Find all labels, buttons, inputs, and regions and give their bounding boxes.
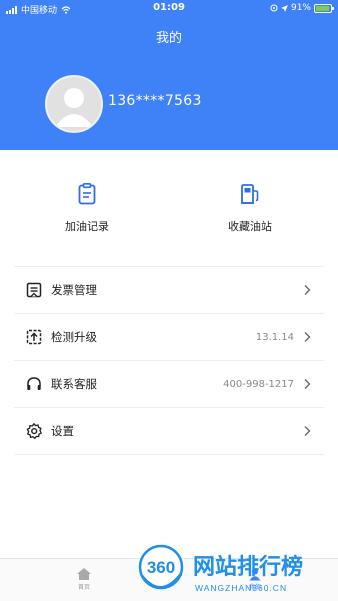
- menu-item-invoice-label: 发票管理: [51, 283, 97, 297]
- watermark-360: 360: [147, 558, 175, 577]
- watermark-domain: WANGZHAN360.CN: [195, 583, 287, 593]
- menu-item-settings[interactable]: 设置: [14, 407, 324, 455]
- settings-menu: 发票管理 检测升级 13.1.14 联系客服 400-998-1217 设置: [14, 266, 324, 455]
- battery-icon: [314, 3, 334, 13]
- fuel-pump-icon: [241, 184, 259, 204]
- chevron-right-icon: [304, 426, 311, 436]
- chevron-right-icon: [304, 379, 311, 389]
- menu-item-upgrade[interactable]: 检测升级 13.1.14: [14, 313, 324, 360]
- battery-fill: [316, 5, 329, 11]
- service-phone: 400-998-1217: [223, 378, 294, 390]
- fuel-records-button[interactable]: 加油记录: [37, 182, 137, 234]
- app-version: 13.1.14: [255, 331, 294, 343]
- invoice-icon: [26, 282, 42, 298]
- chevron-right-icon: [304, 285, 311, 295]
- orientation-lock-icon: [270, 4, 278, 12]
- menu-item-customer-service-label: 联系客服: [51, 377, 97, 391]
- menu-item-invoice[interactable]: 发票管理: [14, 266, 324, 313]
- upgrade-icon: [26, 329, 42, 345]
- tab-home-label: 首页: [77, 584, 90, 591]
- settings-icon: [26, 422, 43, 440]
- favorite-stations-label: 收藏油站: [228, 220, 272, 233]
- page-title: 我的: [155, 31, 182, 46]
- fuel-records-label: 加油记录: [65, 220, 109, 233]
- phone-number[interactable]: 136****7563: [108, 93, 202, 109]
- avatar[interactable]: [45, 75, 103, 133]
- clipboard-icon: [78, 182, 96, 205]
- user-icon: [55, 88, 93, 127]
- menu-item-settings-label: 设置: [51, 424, 74, 438]
- headset-icon: [27, 377, 41, 390]
- menu-item-customer-service[interactable]: 联系客服 400-998-1217: [14, 360, 324, 407]
- favorite-stations-button[interactable]: 收藏油站: [200, 182, 300, 234]
- home-icon: [77, 568, 91, 580]
- location-icon: [280, 4, 288, 12]
- menu-item-upgrade-label: 检测升级: [51, 330, 97, 344]
- status-bar: 中国移动 01:09 91%: [0, 0, 338, 18]
- watermark-logo: 360 网站排行榜 WANGZHAN360.CN: [138, 544, 303, 593]
- battery-percent: 91%: [290, 3, 311, 13]
- chevron-right-icon: [304, 332, 311, 342]
- profile-header: 中国移动 01:09 91% 我的 136****7563: [0, 0, 338, 150]
- tab-home[interactable]: 首页: [64, 567, 104, 591]
- watermark-name: 网站排行榜: [193, 554, 303, 580]
